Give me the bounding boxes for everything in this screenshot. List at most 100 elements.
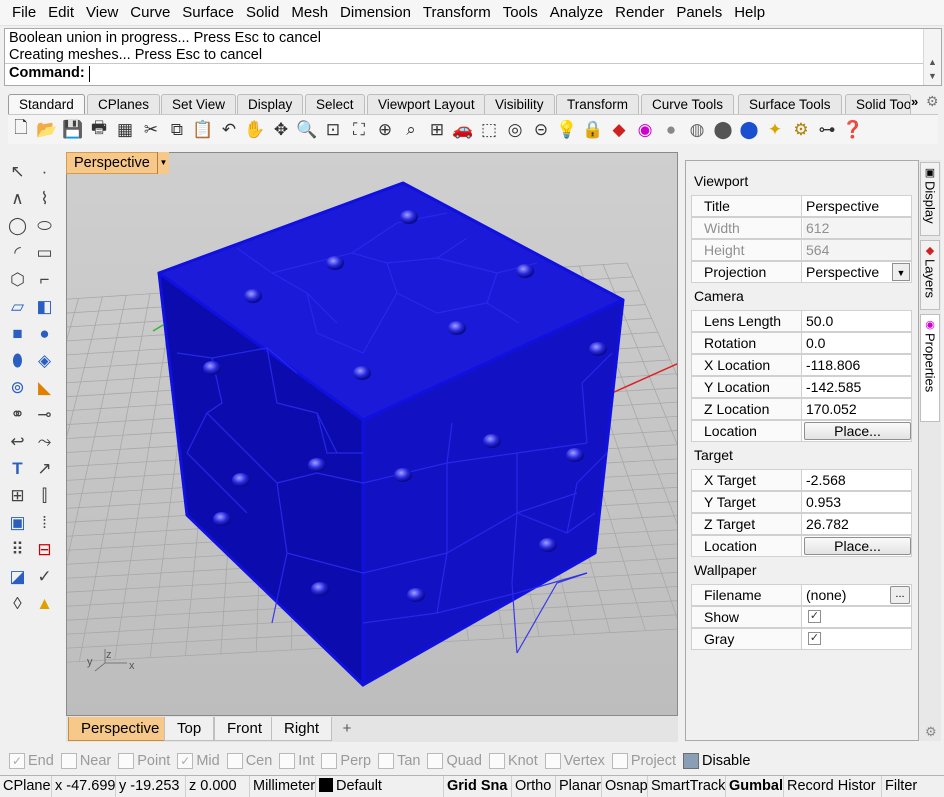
osnap-point[interactable]: Point [118,753,170,769]
point-icon[interactable]: · [31,158,58,185]
menu-view[interactable]: View [80,0,124,26]
checkbox-icon[interactable] [378,753,395,769]
menu-analyze[interactable]: Analyze [544,0,609,26]
tab-transform[interactable]: Transform [556,94,640,114]
osnap-project[interactable]: Project [611,753,676,769]
layers-icon[interactable]: ◆ [606,117,632,143]
checkbox-icon[interactable] [226,753,243,769]
status-filter[interactable]: Filter [882,776,944,797]
ellipse-icon[interactable]: ⬭ [31,212,58,239]
boolean-icon[interactable]: ◣ [31,374,58,401]
status-planar[interactable]: Planar [556,776,602,797]
lock-icon[interactable]: 🔒 [580,117,606,143]
perspective-viewport[interactable]: y z x [66,152,678,716]
target-place-button[interactable]: Place... [804,537,911,555]
osnap-tan[interactable]: Tan [378,753,420,769]
menu-surface[interactable]: Surface [176,0,240,26]
osnap-end[interactable]: ✓ End [9,753,54,769]
z-target-field[interactable]: 26.782 [803,514,911,534]
polyline-icon[interactable]: ∧ [4,185,31,212]
menu-mesh[interactable]: Mesh [285,0,334,26]
status-smarttrack[interactable]: SmartTrack [648,776,726,797]
menu-transform[interactable]: Transform [417,0,497,26]
tab-set-view[interactable]: Set View [161,94,237,114]
cplane-icon[interactable]: ⊝ [528,117,554,143]
browse-button[interactable]: ... [890,586,910,604]
menu-solid[interactable]: Solid [240,0,285,26]
menu-panels[interactable]: Panels [670,0,728,26]
side-tab-layers[interactable]: ◆ Layers [920,240,940,310]
save-icon[interactable]: 💾 [60,117,86,143]
fillet-icon[interactable]: ⌐ [31,266,58,293]
menu-file[interactable]: File [6,0,42,26]
render-sphere-icon[interactable]: ⬤ [736,117,762,143]
status-gumball[interactable]: Gumbal [726,776,784,797]
zoom-icon[interactable]: 🔍 [294,117,320,143]
tab-cplanes[interactable]: CPlanes [87,94,161,114]
osnap-cen[interactable]: Cen [226,753,272,769]
lens-length-field[interactable]: 50.0 [803,311,911,331]
y-target-field[interactable]: 0.953 [803,492,911,512]
more-tabs-icon[interactable]: » [911,94,918,109]
viewport-tab-right[interactable]: Right [271,717,333,741]
toolbar-layout-icon[interactable]: ⊶ [814,117,840,143]
loft-icon[interactable]: ◧ [31,293,58,320]
help-icon[interactable]: ❓ [840,117,866,143]
checkbox-icon[interactable]: ✓ [177,753,194,769]
check-icon[interactable]: ✓ [31,563,58,590]
osnap-mid[interactable]: ✓ Mid [177,753,220,769]
select-icon[interactable]: ⬚ [476,117,502,143]
shaded-sphere-icon[interactable]: ⬤ [710,117,736,143]
side-tab-properties[interactable]: ◉ Properties [920,314,940,422]
select-arrow-icon[interactable]: ↖ [4,158,31,185]
mirror-icon[interactable]: ⫿ [31,482,58,509]
tab-visibility[interactable]: Visibility [484,94,555,114]
checkbox-icon[interactable] [544,753,561,769]
menu-help[interactable]: Help [728,0,771,26]
cut-icon[interactable]: ✂ [138,117,164,143]
osnap-int[interactable]: Int [279,753,314,769]
checkbox-icon[interactable] [611,753,628,769]
status-cplane[interactable]: CPlane [0,776,52,797]
text-icon[interactable]: T [4,455,31,482]
y-location-field[interactable]: -142.585 [803,377,911,397]
menu-curve[interactable]: Curve [124,0,176,26]
options-gear-icon[interactable]: ⚙ [788,117,814,143]
status-grid-snap[interactable]: Grid Sna [444,776,512,797]
status-layer[interactable]: Default [316,776,444,797]
zoom-extents-icon[interactable]: ⛶ [346,117,372,143]
checkbox-icon[interactable]: ✓ [9,753,25,769]
viewport-title[interactable]: Perspective [66,152,169,174]
join-icon[interactable]: ⤳ [31,428,58,455]
status-ortho[interactable]: Ortho [512,776,556,797]
scroll-down-icon[interactable]: ▼ [927,71,938,81]
grid-array-icon[interactable]: ⊟ [31,536,58,563]
offset-icon[interactable]: ↩ [4,428,31,455]
arc-icon[interactable]: ◜ [4,239,31,266]
menu-edit[interactable]: Edit [42,0,80,26]
viewport-tab-top[interactable]: Top [164,717,215,741]
tab-solid-tools[interactable]: Solid Too [845,94,911,114]
wireframe-sphere-icon[interactable]: ◍ [684,117,710,143]
checkbox-icon[interactable] [60,753,77,769]
tab-display[interactable]: Display [237,94,304,114]
rotation-field[interactable]: 0.0 [803,333,911,353]
cylinder-icon[interactable]: ⬮ [4,347,31,374]
chevron-down-icon[interactable]: ▼ [892,263,910,281]
mesh-icon[interactable]: ◈ [31,347,58,374]
undo-icon[interactable]: ↶ [216,117,242,143]
osnap-quad[interactable]: Quad [427,753,482,769]
paste-icon[interactable]: 📋 [190,117,216,143]
scroll-up-icon[interactable]: ▲ [927,57,938,67]
analyze-icon[interactable]: ◪ [4,563,31,590]
tab-select[interactable]: Select [305,94,365,114]
car-icon[interactable]: 🚗 [450,117,476,143]
side-tab-display[interactable]: ▣ Display [920,162,940,236]
new-file-icon[interactable]: 🗋 [8,117,34,143]
zoom-window-icon[interactable]: ⊡ [320,117,346,143]
camera-place-button[interactable]: Place... [804,422,911,440]
pan-hand-icon[interactable]: ✋ [242,117,268,143]
zoom-selected-icon[interactable]: ⊕ [372,117,398,143]
checkbox-icon[interactable] [321,753,338,769]
command-input[interactable] [89,66,90,82]
